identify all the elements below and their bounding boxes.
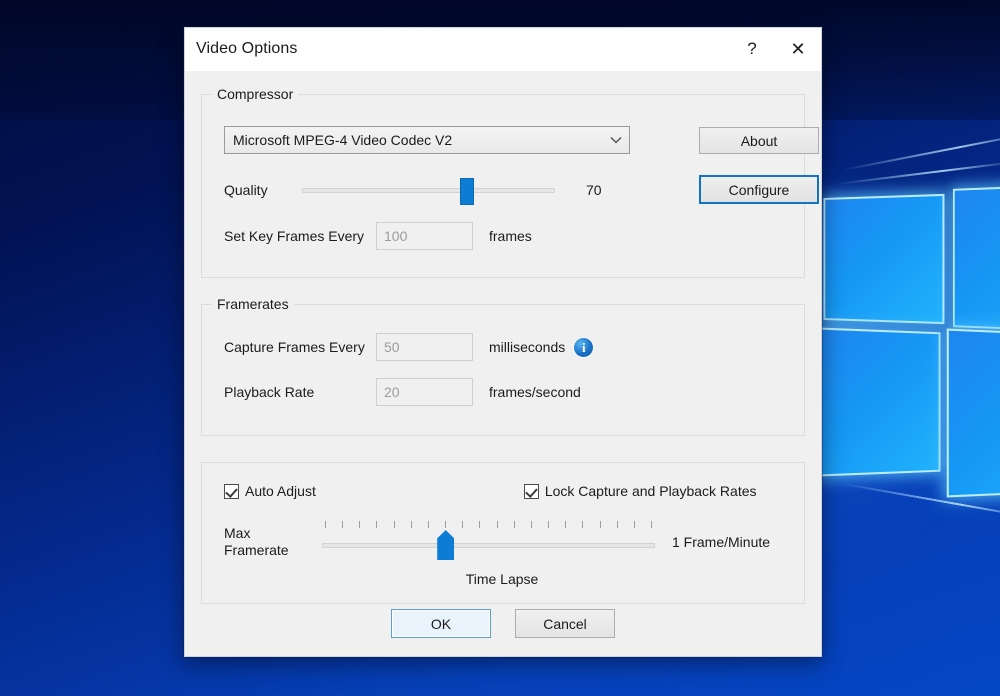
capture-frames-unit-label: milliseconds bbox=[489, 339, 566, 355]
playback-rate-input[interactable]: 20 bbox=[376, 378, 473, 406]
timelapse-group: Auto Adjust Lock Capture and Playback Ra… bbox=[201, 462, 805, 604]
slider-tick bbox=[633, 521, 635, 528]
close-button[interactable]: ✕ bbox=[775, 28, 821, 70]
checkmark-icon bbox=[224, 483, 239, 499]
capture-frames-input[interactable]: 50 bbox=[376, 333, 473, 361]
chevron-down-icon bbox=[603, 136, 629, 144]
dialog-footer: OK Cancel bbox=[185, 609, 821, 638]
slider-tick bbox=[342, 521, 344, 528]
video-options-dialog: Video Options ? ✕ Compressor Microsoft M… bbox=[184, 27, 822, 657]
windows-logo-pane-bottom-right bbox=[946, 328, 1000, 498]
slider-tick bbox=[582, 521, 584, 528]
slider-tick bbox=[427, 521, 429, 528]
wallpaper-light-beam bbox=[836, 161, 1000, 185]
framerates-group: Framerates Capture Frames Every 50 milli… bbox=[201, 296, 805, 436]
slider-tick bbox=[513, 521, 515, 528]
quality-slider-thumb[interactable] bbox=[460, 177, 475, 205]
timelapse-caption: Time Lapse bbox=[465, 571, 539, 587]
slider-tick bbox=[565, 521, 567, 528]
lock-rates-label: Lock Capture and Playback Rates bbox=[544, 483, 757, 499]
slider-tick bbox=[616, 521, 618, 528]
codec-select[interactable]: Microsoft MPEG-4 Video Codec V2 bbox=[224, 126, 630, 154]
max-framerate-label: Max Framerate bbox=[224, 525, 322, 559]
dialog-title: Video Options bbox=[196, 40, 298, 57]
keyframes-label: Set Key Frames Every bbox=[224, 228, 365, 244]
quality-row: Quality 70 bbox=[224, 177, 644, 205]
timelapse-checkbox-row: Auto Adjust Lock Capture and Playback Ra… bbox=[224, 483, 798, 499]
max-framerate-label-line2: Framerate bbox=[224, 542, 289, 558]
slider-tick bbox=[599, 521, 601, 528]
compressor-group: Compressor Microsoft MPEG-4 Video Codec … bbox=[201, 86, 819, 278]
playback-rate-row: Playback Rate 20 frames/second bbox=[224, 378, 581, 406]
slider-tick bbox=[410, 521, 412, 528]
max-framerate-label-line1: Max bbox=[224, 525, 251, 541]
slider-tick bbox=[650, 521, 652, 528]
quality-value: 70 bbox=[586, 182, 602, 198]
slider-tick bbox=[548, 521, 550, 528]
keyframes-unit-label: frames bbox=[489, 228, 532, 244]
slider-tick bbox=[479, 521, 481, 528]
playback-rate-label: Playback Rate bbox=[224, 384, 315, 400]
auto-adjust-label: Auto Adjust bbox=[245, 483, 316, 499]
auto-adjust-checkbox[interactable]: Auto Adjust bbox=[224, 483, 316, 499]
windows-logo-pane-top-right bbox=[952, 182, 1000, 334]
capture-frames-row: Capture Frames Every 50 milliseconds i bbox=[224, 333, 594, 361]
windows-logo-pane-bottom-left bbox=[819, 327, 941, 477]
configure-button[interactable]: Configure bbox=[699, 175, 819, 204]
slider-tick bbox=[462, 521, 464, 528]
max-framerate-slider[interactable] bbox=[322, 519, 655, 565]
lock-rates-checkbox[interactable]: Lock Capture and Playback Rates bbox=[523, 483, 757, 499]
info-icon[interactable]: i bbox=[574, 337, 594, 357]
dialog-body: Compressor Microsoft MPEG-4 Video Codec … bbox=[185, 71, 821, 656]
max-framerate-slider-track[interactable] bbox=[322, 543, 655, 548]
slider-tick bbox=[359, 521, 361, 528]
windows-logo-pane-top-left bbox=[823, 193, 945, 325]
ok-button[interactable]: OK bbox=[391, 609, 491, 638]
quality-slider[interactable] bbox=[302, 177, 555, 205]
slider-tick bbox=[376, 521, 378, 528]
keyframes-input[interactable]: 100 bbox=[376, 222, 473, 250]
compressor-group-label: Compressor bbox=[212, 86, 299, 102]
slider-tick bbox=[496, 521, 498, 528]
help-button[interactable]: ? bbox=[729, 28, 775, 70]
framerates-group-label: Framerates bbox=[212, 296, 294, 312]
slider-tick bbox=[393, 521, 395, 528]
about-button[interactable]: About bbox=[699, 127, 819, 154]
checkmark-icon bbox=[523, 483, 539, 499]
playback-rate-unit-label: frames/second bbox=[489, 384, 581, 400]
max-framerate-slider-thumb[interactable] bbox=[437, 530, 455, 560]
dialog-title-bar[interactable]: Video Options ? ✕ bbox=[185, 28, 821, 71]
max-framerate-row: Max Framerate 1 Frame/Minute bbox=[224, 519, 798, 565]
max-framerate-slider-ticks bbox=[325, 521, 652, 529]
wallpaper-light-beam bbox=[841, 130, 1000, 172]
slider-tick bbox=[530, 521, 532, 528]
codec-select-value: Microsoft MPEG-4 Video Codec V2 bbox=[233, 132, 453, 148]
cancel-button[interactable]: Cancel bbox=[515, 609, 615, 638]
slider-tick bbox=[325, 521, 326, 528]
max-framerate-right-label: 1 Frame/Minute bbox=[672, 534, 771, 550]
desktop-background: Video Options ? ✕ Compressor Microsoft M… bbox=[0, 0, 1000, 696]
quality-label: Quality bbox=[224, 182, 268, 198]
capture-frames-label: Capture Frames Every bbox=[224, 339, 365, 355]
keyframes-row: Set Key Frames Every 100 frames bbox=[224, 222, 532, 250]
slider-tick bbox=[445, 521, 447, 528]
